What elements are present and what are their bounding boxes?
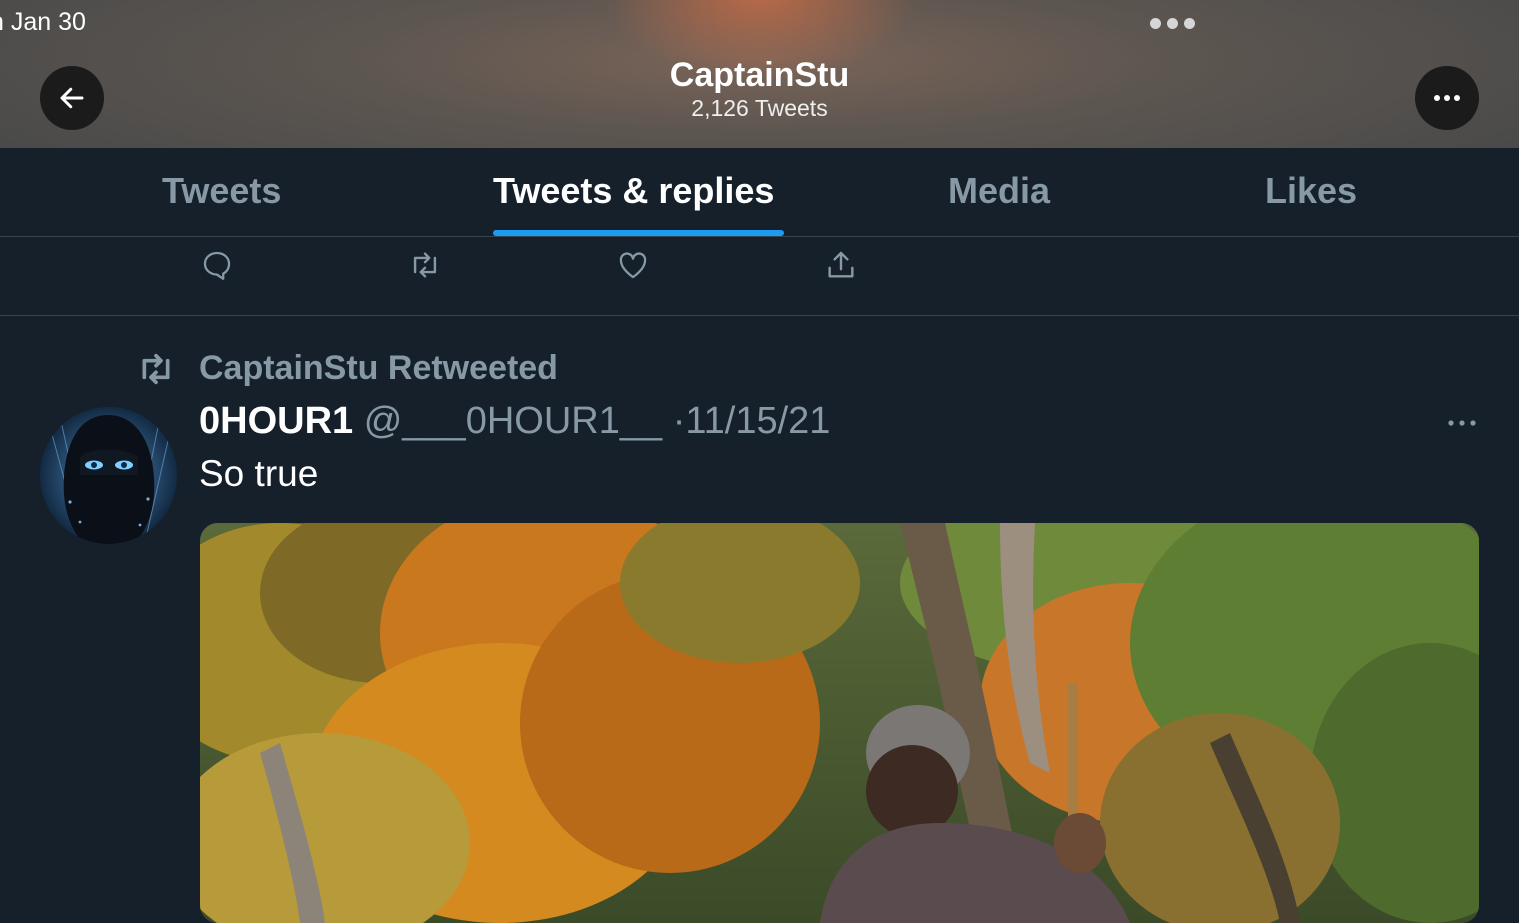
more-icon — [1448, 420, 1476, 426]
like-icon — [619, 252, 647, 279]
reply-button[interactable] — [197, 245, 237, 285]
avatar[interactable] — [40, 407, 177, 544]
share-icon — [828, 251, 854, 278]
more-icon — [1434, 95, 1460, 101]
tab-tweets[interactable]: Tweets — [162, 170, 281, 212]
active-tab-indicator — [493, 230, 784, 236]
tab-media[interactable]: Media — [948, 170, 1050, 212]
status-bar-time: n Jan 30 — [0, 8, 86, 36]
tweet-count: 2,126 Tweets — [691, 95, 828, 121]
profile-tabs: Tweets Tweets & replies Media Likes — [0, 148, 1519, 237]
hooded-figure-avatar-image — [40, 407, 177, 544]
tweet-actions — [0, 237, 1519, 316]
author-handle[interactable]: @___0HOUR1__ — [364, 400, 662, 442]
retweet-icon — [413, 252, 437, 278]
reply-icon — [203, 251, 231, 280]
tab-tweets-and-replies[interactable]: Tweets & replies — [493, 170, 774, 212]
tweet-date[interactable]: 11/15/21 — [685, 400, 830, 442]
profile-name: CaptainStu — [669, 56, 850, 94]
retweet-icon — [142, 353, 170, 385]
tweet-author-line: 0HOUR1 @___0HOUR1__ ·11/15/21 — [199, 400, 830, 443]
tweet-separator: · — [672, 400, 686, 442]
retweet-button[interactable] — [405, 245, 445, 285]
tweet-more-button[interactable] — [1442, 410, 1482, 436]
more-options-button[interactable] — [1415, 66, 1479, 130]
share-button[interactable] — [821, 245, 861, 285]
profile-header: n Jan 30 CaptainStu 2,126 Tweets — [0, 0, 1519, 148]
author-name[interactable]: 0HOUR1 — [199, 400, 353, 442]
tweet-media-video[interactable] — [200, 523, 1479, 923]
retweeted-by-label: CaptainStu Retweeted — [199, 349, 558, 387]
multitasking-dots-icon[interactable] — [1150, 18, 1195, 29]
tab-likes[interactable]: Likes — [1265, 170, 1357, 212]
tweet-text: So true — [199, 453, 319, 494]
like-button[interactable] — [613, 245, 653, 285]
autumn-park-photo — [200, 523, 1479, 923]
